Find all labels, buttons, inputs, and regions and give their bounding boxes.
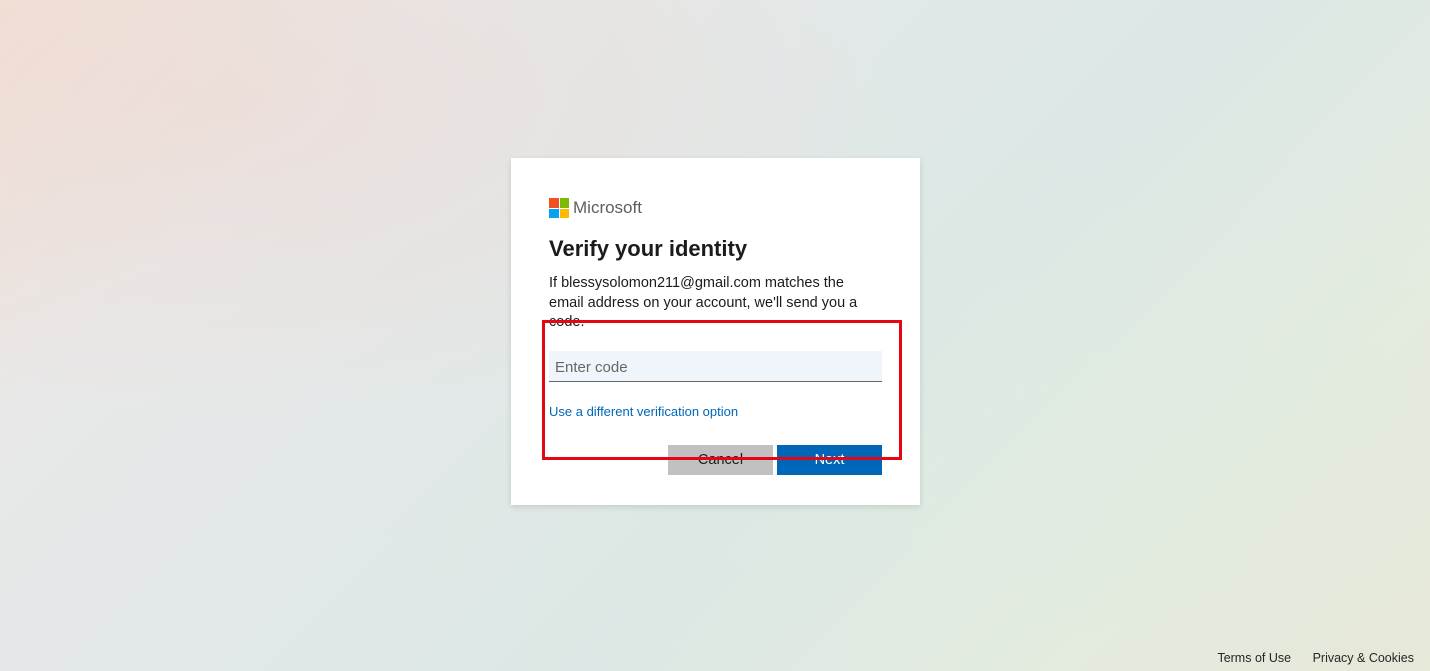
footer-links: Terms of Use Privacy & Cookies — [1199, 651, 1414, 665]
privacy-link[interactable]: Privacy & Cookies — [1313, 651, 1414, 665]
brand-name: Microsoft — [573, 198, 642, 218]
microsoft-logo-icon — [549, 198, 569, 218]
code-input[interactable] — [549, 351, 882, 382]
button-row: Cancel Next — [549, 445, 882, 475]
cancel-button[interactable]: Cancel — [668, 445, 773, 475]
next-button[interactable]: Next — [777, 445, 882, 475]
terms-link[interactable]: Terms of Use — [1217, 651, 1291, 665]
signin-card: Microsoft Verify your identity If blessy… — [511, 158, 920, 505]
page-title: Verify your identity — [549, 236, 882, 262]
alt-verification-link[interactable]: Use a different verification option — [549, 404, 738, 419]
description-text: If blessysolomon211@gmail.com matches th… — [549, 274, 882, 333]
brand-row: Microsoft — [549, 198, 882, 218]
